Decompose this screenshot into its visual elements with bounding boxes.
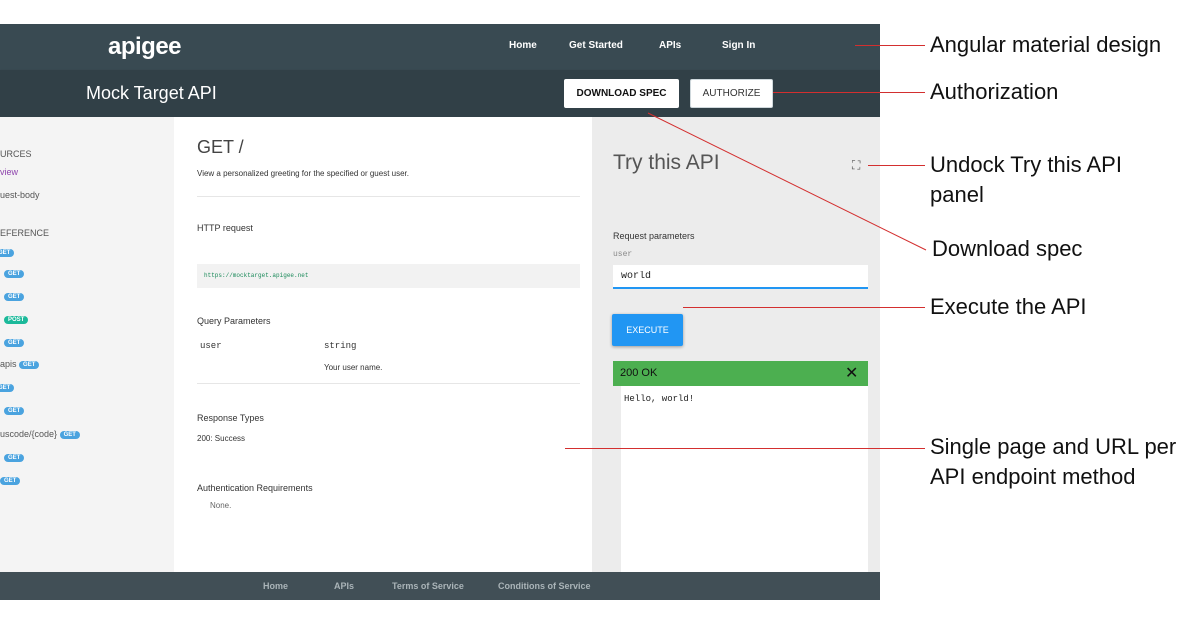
annotation-line bbox=[565, 448, 925, 449]
annotation-download-spec: Download spec bbox=[932, 236, 1083, 261]
annotation-line bbox=[647, 112, 927, 251]
annotation-line bbox=[683, 307, 925, 308]
annotation-execute: Execute the API bbox=[930, 294, 1087, 319]
annotation-single-page: Single page and URL per API endpoint met… bbox=[930, 434, 1177, 489]
